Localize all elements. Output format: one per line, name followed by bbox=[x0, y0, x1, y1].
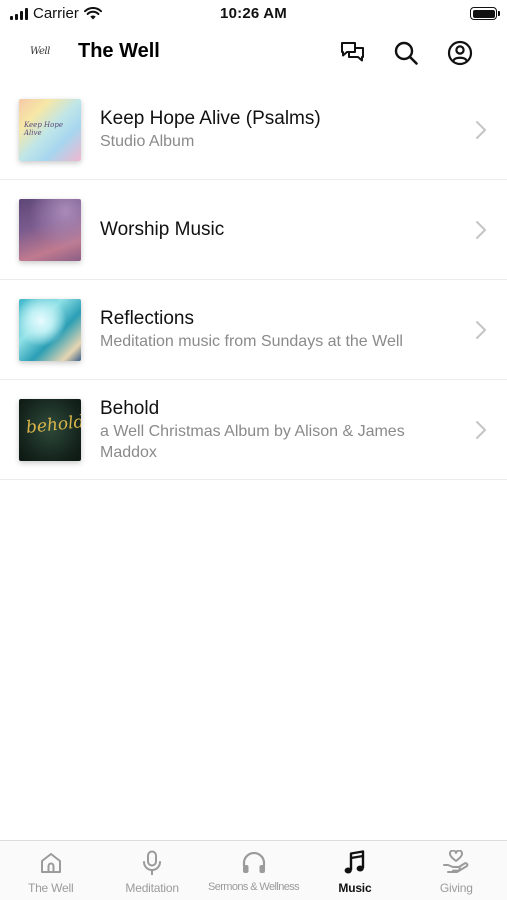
album-art: Keep Hope Alive bbox=[19, 99, 81, 161]
tab-bar: The Well Meditation Sermons & Wellness M… bbox=[0, 840, 507, 900]
music-note-icon bbox=[341, 849, 369, 877]
tab-meditation[interactable]: Meditation bbox=[101, 841, 202, 900]
tab-sermons-wellness[interactable]: Sermons & Wellness bbox=[203, 841, 304, 900]
album-title: Keep Hope Alive (Psalms) bbox=[100, 108, 321, 129]
album-title: Worship Music bbox=[100, 219, 225, 240]
chat-icon[interactable] bbox=[339, 39, 367, 67]
account-icon[interactable] bbox=[446, 39, 474, 67]
album-art bbox=[19, 199, 81, 261]
tab-label: Meditation bbox=[125, 881, 179, 895]
album-subtitle: Meditation music from Sundays at the Wel… bbox=[100, 333, 403, 350]
album-row-behold[interactable]: behold Behold a Well Christmas Album by … bbox=[0, 380, 507, 480]
tab-giving[interactable]: Giving bbox=[406, 841, 507, 900]
app-logo: Well bbox=[30, 46, 50, 57]
album-text: Worship Music bbox=[100, 180, 447, 279]
battery-icon bbox=[470, 7, 500, 20]
tab-the-well[interactable]: The Well bbox=[0, 841, 101, 900]
tab-music[interactable]: Music bbox=[304, 841, 405, 900]
tab-label: The Well bbox=[27, 881, 74, 895]
album-title: Behold bbox=[100, 397, 160, 419]
chevron-right-icon bbox=[476, 120, 486, 139]
headphones-icon bbox=[240, 849, 268, 877]
status-time: 10:26 AM bbox=[220, 5, 287, 22]
home-icon bbox=[37, 849, 65, 877]
album-subtitle: Studio Album bbox=[100, 133, 195, 150]
chevron-right-icon bbox=[476, 420, 486, 439]
album-row-worship-music[interactable]: Worship Music bbox=[0, 180, 507, 280]
search-icon[interactable] bbox=[392, 39, 420, 67]
album-text: Keep Hope Alive (Psalms) Studio Album bbox=[100, 80, 447, 179]
status-bar: Carrier 10:26 AM bbox=[0, 0, 507, 28]
album-row-keep-hope-alive[interactable]: Keep Hope Alive Keep Hope Alive (Psalms)… bbox=[0, 80, 507, 180]
album-art: behold bbox=[19, 399, 81, 461]
album-text: Reflections Meditation music from Sunday… bbox=[100, 280, 447, 379]
giving-hand-icon bbox=[442, 849, 470, 877]
tab-label: Music bbox=[338, 881, 372, 895]
app-header: Well The Well bbox=[0, 30, 507, 76]
album-art bbox=[19, 299, 81, 361]
chevron-right-icon bbox=[476, 320, 486, 339]
microphone-icon bbox=[138, 849, 166, 877]
tab-label: Giving bbox=[439, 881, 473, 895]
tab-label: Sermons & Wellness bbox=[207, 881, 300, 893]
page-title: The Well bbox=[78, 40, 160, 62]
album-subtitle: a Well Christmas Album by Alison & James… bbox=[100, 422, 405, 461]
album-row-reflections[interactable]: Reflections Meditation music from Sunday… bbox=[0, 280, 507, 380]
album-title: Reflections bbox=[100, 308, 194, 329]
album-list: Keep Hope Alive Keep Hope Alive (Psalms)… bbox=[0, 80, 507, 480]
chevron-right-icon bbox=[476, 220, 486, 239]
album-text: Behold a Well Christmas Album by Alison … bbox=[100, 380, 447, 479]
